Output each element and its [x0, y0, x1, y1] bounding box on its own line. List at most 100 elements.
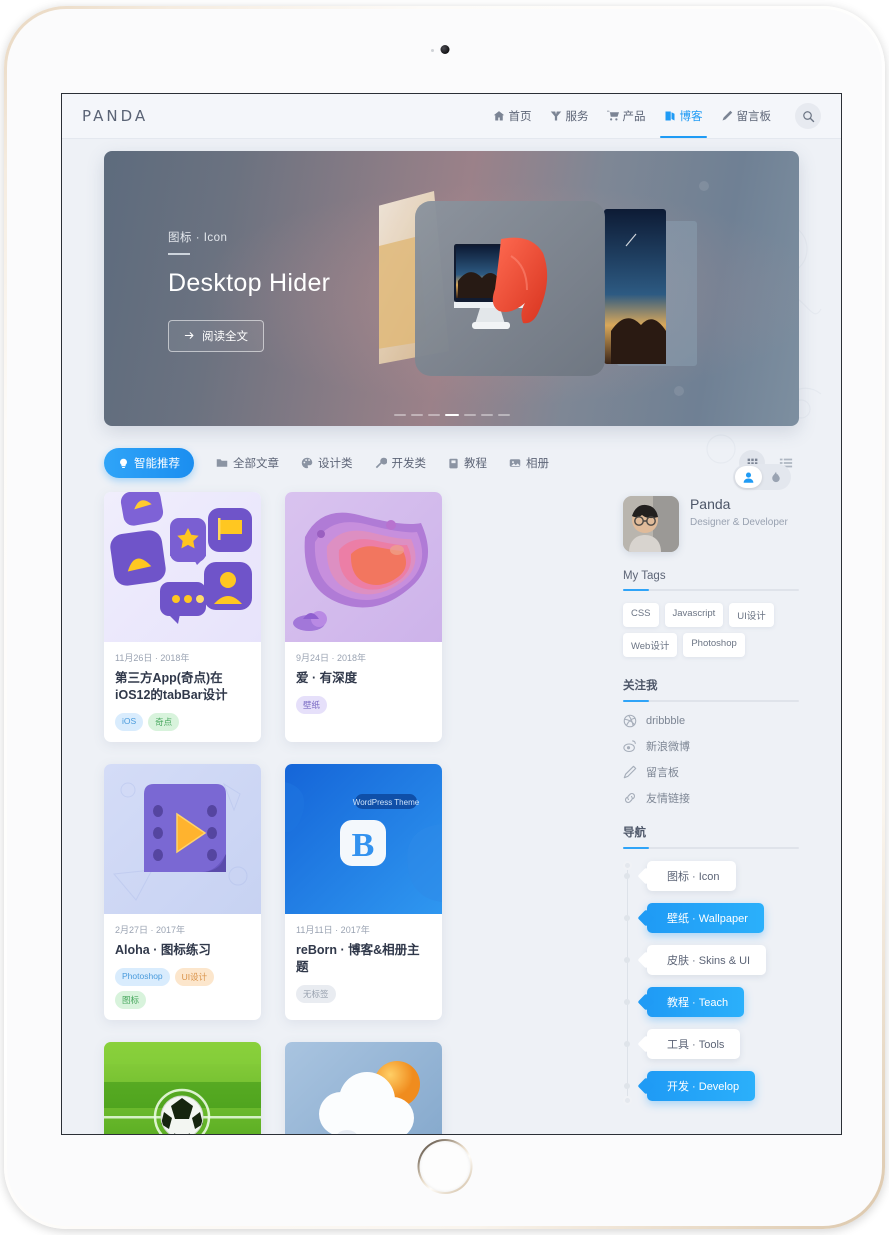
timeline-row: 皮肤 · Skins & UI	[623, 945, 799, 975]
weibo-icon	[623, 740, 636, 753]
book-icon	[449, 458, 458, 468]
carousel-dot[interactable]	[497, 414, 510, 416]
card-date: 2月27日 · 2017年	[115, 924, 186, 935]
filter-tutorial[interactable]: 教程	[448, 455, 487, 471]
carousel-dot[interactable]	[410, 414, 423, 416]
service-icon	[550, 111, 561, 121]
social-link-weibo[interactable]: 新浪微博	[623, 738, 799, 754]
my-tag[interactable]: Web设计	[622, 633, 678, 657]
article-card[interactable]: 11月26日 · 2018年 第三方App(奇点)在iOS12的tabBar设计…	[104, 492, 261, 742]
card-title[interactable]: Aloha · 图标练习	[115, 942, 250, 959]
tag[interactable]: 奇点	[148, 712, 180, 731]
tag[interactable]: UI设计	[174, 967, 215, 986]
cloud-sun-artwork	[285, 1041, 442, 1134]
svg-text:B: B	[352, 827, 375, 864]
search-icon	[802, 110, 814, 122]
my-tag[interactable]: Javascript	[664, 603, 724, 627]
front-camera	[440, 45, 449, 54]
tag[interactable]: 无标签	[296, 984, 336, 1003]
social-link-friends[interactable]: 友情链接	[623, 790, 799, 806]
card-title[interactable]: 爱 · 有深度	[296, 670, 431, 687]
nav-item-home[interactable]: 首页	[493, 94, 532, 138]
nav-item-products[interactable]: 产品	[606, 94, 646, 138]
article-card-grid: 11月26日 · 2018年 第三方App(奇点)在iOS12的tabBar设计…	[104, 492, 607, 1134]
carousel-dot[interactable]	[427, 414, 440, 416]
timeline-row: 教程 · Teach	[623, 987, 799, 1017]
profile-text: Panda Designer & Developer	[690, 496, 788, 530]
carousel-dot-active[interactable]	[444, 414, 459, 416]
article-card[interactable]: 2月27日 · 2017年 Aloha · 图标练习 Photoshop UI设…	[104, 763, 261, 1020]
tag[interactable]: 壁纸	[296, 695, 328, 714]
filter-design[interactable]: 设计类	[301, 455, 353, 471]
timeline-item-tools[interactable]: 工具 · Tools	[646, 1029, 741, 1059]
card-title[interactable]: reBorn · 博客&相册主题	[296, 942, 431, 976]
home-button[interactable]	[417, 1139, 472, 1194]
tag[interactable]: Photoshop	[115, 967, 170, 986]
social-link-dribbble[interactable]: dribbble	[623, 714, 799, 728]
link-icon	[624, 793, 635, 803]
card-tags: 无标签	[296, 984, 431, 1003]
my-tag[interactable]: CSS	[622, 603, 659, 627]
social-link-label: dribbble	[645, 715, 686, 727]
user-view-button[interactable]	[735, 466, 762, 488]
page-body: 图标 · Icon Desktop Hider 阅读全文 智能推荐 全部文章 设…	[62, 139, 841, 1134]
section-divider	[622, 589, 799, 591]
timeline-dot	[623, 957, 630, 963]
search-button[interactable]	[795, 103, 821, 129]
timeline-item-teach[interactable]: 教程 · Teach	[646, 987, 745, 1017]
filter-label: 设计类	[318, 458, 353, 470]
timeline-item-wallpaper[interactable]: 壁纸 · Wallpaper	[646, 903, 764, 933]
filter-development[interactable]: 开发类	[375, 455, 426, 471]
social-link-label: 留言板	[645, 767, 679, 779]
social-link-label: 友情链接	[645, 793, 690, 805]
social-link-guestbook[interactable]: 留言板	[623, 764, 799, 780]
card-body: 11月26日 · 2018年 第三方App(奇点)在iOS12的tabBar设计…	[104, 642, 261, 742]
hero-text-block: 图标 · Icon Desktop Hider 阅读全文	[168, 229, 330, 352]
wordpress-theme-artwork: WordPress Theme B	[285, 763, 442, 914]
article-card[interactable]: 9月24日 · 2018年 爱 · 有深度 壁纸	[285, 492, 442, 742]
timeline-item-develop[interactable]: 开发 · Develop	[646, 1071, 756, 1101]
filter-smart-recommend[interactable]: 智能推荐	[104, 448, 194, 478]
follow-me-title: 关注我	[622, 680, 658, 692]
arrow-right-icon	[184, 332, 194, 339]
site-logo[interactable]: PANDA	[82, 107, 148, 125]
carousel-dot[interactable]	[480, 414, 493, 416]
filter-all-articles[interactable]: 全部文章	[216, 455, 279, 471]
timeline-cap-top	[622, 861, 632, 870]
carousel-dot[interactable]	[393, 414, 406, 416]
hero-read-more-button[interactable]: 阅读全文	[168, 319, 264, 352]
card-title[interactable]: 第三方App(奇点)在iOS12的tabBar设计	[115, 670, 250, 704]
my-tag[interactable]: Photoshop	[683, 633, 745, 657]
hot-view-button[interactable]	[764, 466, 789, 488]
hero-banner[interactable]: 图标 · Icon Desktop Hider 阅读全文	[104, 151, 799, 426]
tag[interactable]: iOS	[115, 712, 144, 731]
card-date: 11月11日 · 2017年	[296, 924, 370, 935]
article-card[interactable]: 11月28日 · 2015年 教程 · 介绍一种绘制方法 Photoshop	[285, 1041, 442, 1134]
carousel-indicators[interactable]	[393, 414, 510, 416]
filter-label: 教程	[464, 458, 487, 470]
timeline-item-icon[interactable]: 图标 · Icon	[646, 861, 736, 891]
carousel-dot[interactable]	[463, 414, 476, 416]
svg-text:WordPress Theme: WordPress Theme	[353, 798, 420, 807]
nav-item-guestbook[interactable]: 留言板	[721, 94, 771, 138]
social-links-list: dribbble 新浪微博 留言板 友情链接	[623, 714, 799, 806]
nav-item-blog[interactable]: 博客	[659, 94, 707, 138]
tag[interactable]: 图标	[115, 990, 147, 1009]
article-card[interactable]: WordPress Theme B 11月11日 · 2017年 reBorn …	[285, 763, 442, 1020]
timeline-item-skins[interactable]: 皮肤 · Skins & UI	[646, 945, 767, 975]
avatar[interactable]	[622, 496, 679, 552]
home-icon	[493, 111, 504, 121]
my-tags-list: CSS Javascript UI设计 Web设计 Photoshop	[622, 603, 799, 657]
nav-item-service[interactable]: 服务	[550, 94, 589, 138]
wrench-icon	[375, 457, 387, 469]
filter-album[interactable]: 相册	[509, 455, 549, 471]
timeline-cap-bottom	[622, 1096, 632, 1105]
profile-role: Designer & Developer	[689, 517, 788, 528]
my-tag[interactable]: UI设计	[729, 603, 774, 627]
content-area: 11月26日 · 2018年 第三方App(奇点)在iOS12的tabBar设计…	[104, 464, 799, 1134]
social-link-label: 新浪微博	[645, 741, 690, 753]
section-divider	[622, 847, 799, 849]
article-card[interactable]: 4月22日 · 2017年 Football手机壁纸 壁纸	[104, 1041, 261, 1134]
cart-icon	[606, 110, 619, 121]
card-tags: Photoshop UI设计 图标	[115, 967, 250, 1009]
